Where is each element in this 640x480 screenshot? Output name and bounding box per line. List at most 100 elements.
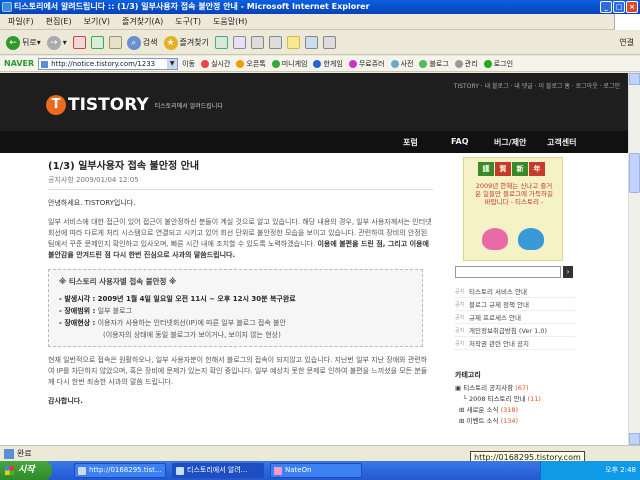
post-article: (1/3) 일부사용자 접속 불안정 안내 공지사항 2009/01/04 12…	[48, 157, 433, 445]
address-text: http://notice.tistory.com/1233	[51, 59, 156, 68]
new-year-banner[interactable]: 謹 賀 新 年 2009년 한해는 신나고 즐거운 일들만 블로그에 가득하길 …	[463, 157, 563, 261]
list-item[interactable]: 공지 게인정보취급방침 (Ver 1.0)	[455, 324, 575, 337]
search-button[interactable]: ›	[563, 266, 573, 278]
list-item[interactable]: 공지 규제 프로세스 안내	[455, 311, 575, 324]
naver-item-opentalk[interactable]: 오픈톡	[236, 59, 266, 69]
game-icon	[271, 59, 280, 68]
naver-item-dictionary[interactable]: 사전	[390, 59, 413, 69]
post-category[interactable]: 공지사항	[48, 176, 74, 184]
banner-char: 謹	[478, 162, 494, 176]
go-button[interactable]: 이동	[182, 59, 195, 69]
post-title[interactable]: (1/3) 일부사용자 접속 불안정 안내	[48, 157, 433, 172]
vertical-scrollbar[interactable]	[628, 73, 640, 445]
nav-bug[interactable]: 버그/제안	[494, 137, 526, 148]
search-button[interactable]: ⌕ 검색	[126, 35, 158, 50]
scroll-down-icon[interactable]	[629, 433, 640, 445]
taskbar: 시작 http://0168295.tist... 티스토리에서 알려... N…	[0, 461, 640, 480]
forward-button[interactable]: → ▾	[46, 35, 67, 50]
ie-icon	[176, 467, 184, 475]
scroll-thumb[interactable]	[629, 153, 640, 193]
scroll-up-icon[interactable]	[629, 73, 640, 85]
fire-icon	[201, 59, 210, 68]
nav-support[interactable]: 고객센터	[547, 137, 576, 148]
search-input[interactable]	[455, 266, 561, 278]
list-item[interactable]: 공지 저작권 관련 안내 공지	[455, 337, 575, 350]
menu-view[interactable]: 보기(V)	[84, 16, 110, 27]
address-bar[interactable]: http://notice.tistory.com/1233 ▼	[38, 57, 179, 70]
blog-icon	[419, 59, 428, 68]
back-button[interactable]: ← 뒤로 ▾	[6, 35, 41, 50]
ie-icon	[2, 2, 12, 12]
banner-message: 2009년 한해는 신나고 즐거운 일들만 블로그에 가득하길 바랍니다 - 티…	[475, 182, 553, 206]
logo-subtitle: 티스토리에서 알려드립니다	[154, 102, 223, 110]
naver-item-minigame[interactable]: 미니게임	[271, 59, 307, 69]
list-item[interactable]: 공지 블로그 규제 정책 안내	[455, 298, 575, 311]
folder-icon[interactable]	[286, 36, 300, 49]
post-meta: 공지사항 2009/01/04 12:05	[48, 175, 433, 190]
taskbar-item-active[interactable]: 티스토리에서 알려...	[172, 463, 264, 478]
close-button[interactable]: ×	[626, 1, 638, 13]
site-header: TISTORY · 내 블로그 · 내 댓글 · 이 블로그 홈 · 로그아웃 …	[0, 73, 628, 131]
stop-icon[interactable]	[72, 36, 86, 49]
home-icon[interactable]	[108, 36, 122, 49]
maximize-button[interactable]: □	[613, 1, 625, 13]
favorites-button[interactable]: ★ 즐겨찾기	[163, 35, 209, 50]
star-icon: ★	[163, 35, 178, 50]
menu-favorites[interactable]: 즐겨찾기(A)	[122, 16, 163, 27]
site-logo[interactable]: T TISTORY 티스토리에서 알려드립니다	[46, 95, 223, 115]
notice-item: - 발생시각 : 2009년 1월 4일 일요일 오전 11시 ~ 오후 12시…	[59, 295, 296, 303]
menu-help[interactable]: 도움말(H)	[213, 16, 247, 27]
window-title: 티스토리에서 알려드립니다 :: (1/3) 일부사용자 접속 불안정 안내 -…	[14, 2, 370, 11]
menu-edit[interactable]: 편집(E)	[46, 16, 72, 27]
notice-box: ※ 티스토리 사용자별 접속 불안정 ※ - 발생시각 : 2009년 1월 4…	[48, 269, 423, 347]
banner-char: 賀	[495, 162, 511, 176]
list-item[interactable]: 공지 티스토리 서비스 안내	[455, 285, 575, 298]
category-list: ▣ 티스토리 공지사항 (67) └ 2008 티스토리 안내 (11) ⊞ 새…	[455, 383, 575, 427]
status-text: 완료	[17, 449, 32, 458]
naver-item-login[interactable]: 로그인	[483, 59, 513, 69]
links-label[interactable]: 연결	[619, 37, 634, 48]
history-icon[interactable]	[214, 36, 228, 49]
category-item[interactable]: └ 2008 티스토리 안내 (11)	[455, 394, 575, 405]
post-body-2: 현재 일반적으로 접속은 원활하오나, 일부 사용자분이 한해서 블로그의 접속…	[48, 356, 428, 386]
taskbar-item[interactable]: http://0168295.tist...	[74, 463, 166, 478]
naver-item-free[interactable]: 무료쥬러	[348, 59, 385, 69]
naver-item-manage[interactable]: 관리	[454, 59, 478, 69]
naver-item-realtime[interactable]: 실시간	[201, 59, 230, 69]
window-title-bar[interactable]: 티스토리에서 알려드립니다 :: (1/3) 일부사용자 접속 불안정 안내 -…	[0, 0, 640, 14]
naver-item-hangame[interactable]: 한게임	[313, 59, 343, 69]
start-button[interactable]: 시작	[0, 461, 52, 480]
gear-icon	[454, 59, 463, 68]
ie-icon	[78, 467, 86, 475]
naver-item-blog[interactable]: 블로그	[419, 59, 449, 69]
lucky-bag-icon	[518, 228, 544, 250]
nav-forum[interactable]: 포럼	[403, 137, 418, 148]
naver-toolbar: NAVER http://notice.tistory.com/1233 ▼ 이…	[0, 56, 640, 72]
nav-faq[interactable]: FAQ	[451, 137, 469, 146]
top-links[interactable]: TISTORY · 내 블로그 · 내 댓글 · 이 블로그 홈 · 로그아웃 …	[454, 81, 620, 90]
web-viewport: TISTORY · 내 블로그 · 내 댓글 · 이 블로그 홈 · 로그아웃 …	[0, 73, 628, 445]
lucky-bag-icon	[482, 228, 508, 250]
clock[interactable]: 오후 2:48	[605, 466, 636, 474]
site-nav: 포럼 FAQ 버그/제안 고객센터	[0, 131, 628, 153]
naver-logo[interactable]: NAVER	[4, 59, 34, 68]
category-heading: 카테고리	[455, 371, 481, 379]
post-date: 2009/01/04 12:05	[76, 176, 139, 184]
category-item[interactable]: ⊞ 새로운 소식 (318)	[455, 405, 575, 416]
mail-icon[interactable]	[232, 36, 246, 49]
edit-icon[interactable]	[268, 36, 282, 49]
taskbar-item[interactable]: NateOn	[270, 463, 362, 478]
notice-item: - 장애범위 : 일부 블로그	[59, 307, 133, 315]
print-icon[interactable]	[250, 36, 264, 49]
menu-tools[interactable]: 도구(T)	[175, 16, 201, 27]
refresh-icon[interactable]	[90, 36, 104, 49]
tools-icon[interactable]	[322, 36, 336, 49]
post-body-1: 일부 서비스에 대한 접근이 있어 접근이 불안정하신 분들이 계실 것으로 알…	[48, 218, 432, 259]
messenger-icon[interactable]	[304, 36, 318, 49]
minimize-button[interactable]: _	[600, 1, 612, 13]
chevron-down-icon[interactable]: ▼	[167, 58, 178, 69]
category-item[interactable]: ⊞ 이벤트 소식 (134)	[455, 416, 575, 427]
category-item[interactable]: ▣ 티스토리 공지사항 (67)	[455, 383, 575, 394]
back-arrow-icon: ←	[6, 35, 20, 50]
menu-file[interactable]: 파일(F)	[8, 16, 34, 27]
